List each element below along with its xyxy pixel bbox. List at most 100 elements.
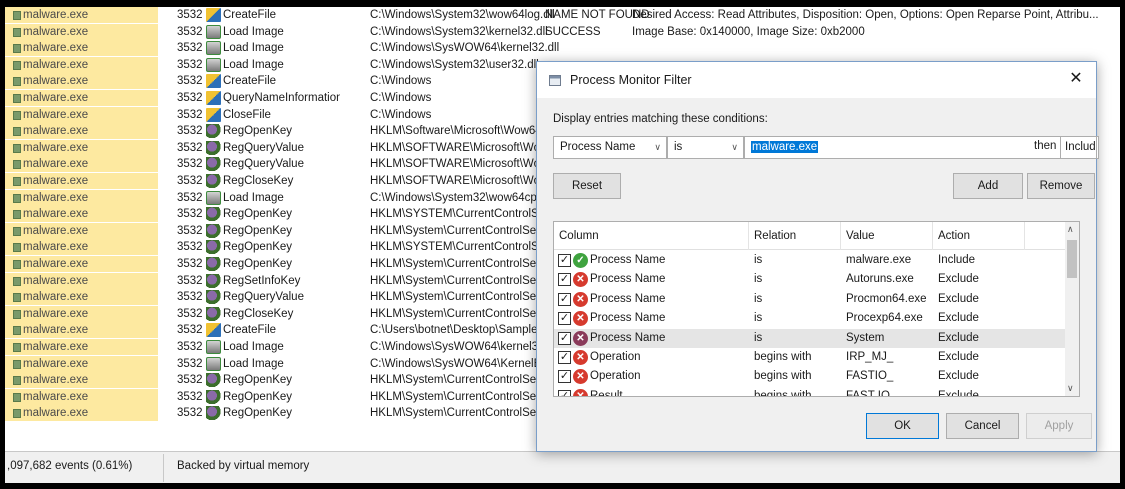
column-select[interactable]: Process Name ∨ [553, 136, 667, 159]
exclude-icon: ✕ [573, 388, 588, 396]
operation-cell: Load Image [205, 190, 340, 206]
process-name-cell: malware.exe [5, 256, 158, 272]
header-action[interactable]: Action [933, 222, 1025, 250]
filter-rule-row[interactable]: ✓ ✕ Operation begins with IRP_MJ_ Exclude [554, 348, 1066, 367]
process-icon [13, 143, 21, 153]
pid-cell: 3532 [177, 224, 203, 237]
cancel-button[interactable]: Cancel [946, 413, 1019, 439]
header-column[interactable]: Column [554, 222, 749, 250]
rules-scrollbar[interactable]: ∧ ∨ [1065, 222, 1079, 396]
operation-name: RegCloseKey [223, 307, 294, 320]
operation-name: Load Image [223, 25, 284, 38]
process-operation-icon [206, 190, 221, 205]
rule-enabled-checkbox[interactable]: ✓ [558, 389, 571, 396]
process-name-cell: malware.exe [5, 372, 158, 389]
chevron-down-icon: ∨ [731, 142, 738, 152]
process-icon [13, 127, 21, 137]
process-name: malware.exe [23, 158, 89, 171]
memory-mode: Backed by virtual memory [177, 460, 310, 472]
rule-column: Operation [590, 351, 641, 363]
pid-cell: 3532 [177, 58, 203, 71]
dialog-titlebar[interactable]: Process Monitor Filter ✕ [537, 62, 1096, 98]
scroll-thumb[interactable] [1067, 240, 1077, 278]
filter-rule-row[interactable]: ✓ ✕ Process Name is Autoruns.exe Exclude [554, 270, 1066, 289]
process-name-cell: malware.exe [5, 405, 158, 422]
pid-cell: 3532 [177, 75, 203, 88]
reset-button[interactable]: Reset [553, 173, 621, 199]
action-select-value: Include [1065, 141, 1096, 153]
relation-select[interactable]: is ∨ [667, 136, 744, 159]
process-icon [13, 60, 21, 70]
rule-column: Process Name [590, 273, 666, 286]
operation-cell: RegQueryValue [205, 156, 340, 172]
filter-rule-row[interactable]: ✓ ✕ Operation begins with FASTIO_ Exclude [554, 367, 1066, 386]
registry-operation-icon [206, 240, 221, 255]
event-row[interactable]: malware.exe 3532 Load Image C:\Windows\SysW… [5, 40, 1120, 57]
process-name: malware.exe [23, 390, 89, 403]
action-select[interactable]: Include [1060, 136, 1097, 159]
process-icon [13, 409, 21, 419]
rule-enabled-checkbox[interactable]: ✓ [558, 331, 571, 345]
process-name-cell: malware.exe [5, 73, 158, 90]
event-row[interactable]: malware.exe 3532 CreateFile C:\Windows\Syst… [5, 7, 1120, 23]
process-icon [13, 210, 21, 220]
rule-enabled-checkbox[interactable]: ✓ [558, 351, 571, 364]
pid-cell: 3532 [177, 141, 203, 154]
filter-rule-row[interactable]: ✓ ✕ Process Name is Procexp64.exe Exclude [554, 309, 1066, 328]
process-name-cell: malware.exe [5, 355, 158, 372]
operation-cell: RegCloseKey [205, 306, 340, 322]
pid-cell: 3532 [177, 324, 203, 337]
operation-cell: CreateFile [205, 322, 340, 338]
header-relation[interactable]: Relation [749, 222, 841, 250]
rule-enabled-checkbox[interactable]: ✓ [558, 273, 571, 287]
scroll-down-icon[interactable]: ∨ [1067, 383, 1074, 394]
rule-enabled-checkbox[interactable]: ✓ [558, 254, 571, 267]
exclude-icon: ✕ [573, 311, 588, 327]
process-name: malware.exe [23, 307, 89, 320]
event-row[interactable]: malware.exe 3532 Load Image C:\Windows\Syst… [5, 23, 1120, 40]
ok-button[interactable]: OK [866, 413, 939, 439]
operation-cell: Load Image [205, 356, 340, 372]
filter-rules-list[interactable]: Column Relation Value Action ✓ ✓ Process N… [553, 221, 1080, 397]
exclude-icon: ✕ [573, 291, 588, 307]
operation-name: RegQueryValue [223, 291, 304, 304]
pid-cell: 3532 [177, 9, 203, 21]
apply-button[interactable]: Apply [1026, 413, 1092, 439]
registry-operation-icon [206, 174, 221, 188]
scroll-up-icon[interactable]: ∧ [1067, 224, 1074, 235]
process-icon [13, 193, 21, 203]
close-icon[interactable]: ✕ [1065, 68, 1087, 90]
rule-column: Process Name [590, 292, 666, 305]
filter-rule-row[interactable]: ✓ ✓ Process Name is malware.exe Include [554, 251, 1066, 270]
filter-rule-row[interactable]: ✓ ✕ Process Name is System Exclude [554, 328, 1066, 348]
operation-name: CreateFile [223, 324, 277, 337]
operation-name: CreateFile [223, 75, 277, 88]
process-name-cell: malware.exe [5, 305, 158, 322]
registry-operation-icon [206, 406, 221, 421]
filter-rule-row[interactable]: ✓ ✕ Process Name is Procmon64.exe Exclude [554, 290, 1066, 309]
process-icon [13, 293, 21, 303]
operation-cell: QueryNameInformationFile [205, 90, 340, 106]
header-value[interactable]: Value [841, 222, 933, 250]
pid-cell: 3532 [177, 374, 203, 387]
add-button[interactable]: Add [953, 173, 1023, 199]
dialog-title: Process Monitor Filter [570, 73, 692, 87]
rule-enabled-checkbox[interactable]: ✓ [558, 312, 571, 326]
process-icon [13, 376, 21, 386]
operation-name: CloseFile [223, 108, 271, 121]
operation-cell: Load Image [205, 57, 340, 73]
filter-rule-row[interactable]: ✓ ✕ Result begins with FAST IO Exclude [554, 387, 1066, 396]
remove-button[interactable]: Remove [1027, 173, 1095, 199]
detail-cell: Image Base: 0x140000, Image Size: 0xb200… [632, 25, 865, 38]
rule-enabled-checkbox[interactable]: ✓ [558, 292, 571, 306]
pid-cell: 3532 [177, 307, 203, 320]
rule-value: Autoruns.exe [846, 273, 914, 286]
operation-name: Load Image [223, 191, 284, 204]
rule-enabled-checkbox[interactable]: ✓ [558, 370, 571, 384]
process-name: malware.exe [23, 324, 89, 337]
pid-cell: 3532 [177, 241, 203, 254]
rule-action: Exclude [938, 351, 979, 363]
process-icon [13, 260, 21, 269]
process-name-cell: malware.exe [5, 206, 158, 223]
column-select-value: Process Name [560, 141, 636, 153]
